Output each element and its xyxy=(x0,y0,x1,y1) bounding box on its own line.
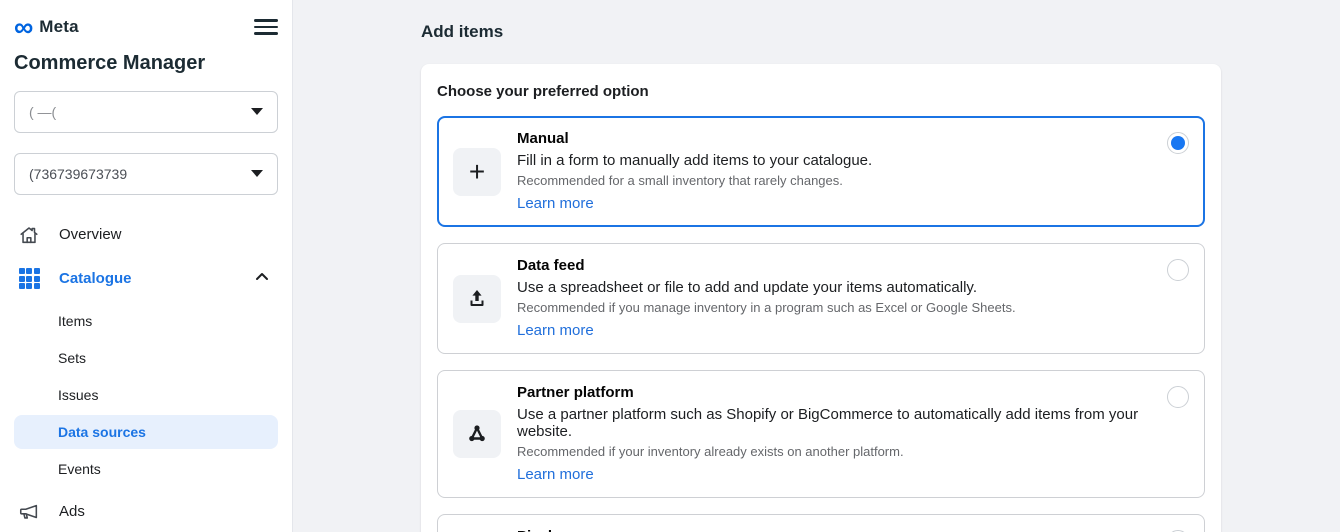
option-data-feed[interactable]: Data feed Use a spreadsheet or file to a… xyxy=(437,243,1205,354)
main-content: Add items Choose your preferred option +… xyxy=(293,0,1340,532)
learn-more-link[interactable]: Learn more xyxy=(517,322,594,339)
sidebar-item-label: Ads xyxy=(59,503,85,520)
sidebar-item-sets[interactable]: Sets xyxy=(14,341,278,375)
network-icon xyxy=(453,410,501,458)
catalogue-selector[interactable]: (736739673739 xyxy=(14,153,278,195)
grid-icon xyxy=(18,268,40,290)
option-description: Use a partner platform such as Shopify o… xyxy=(517,406,1143,440)
menu-hamburger-icon[interactable] xyxy=(254,12,278,42)
option-radio[interactable] xyxy=(1167,386,1189,408)
business-selector[interactable]: ( —( xyxy=(14,91,278,133)
catalogue-selector-value: (736739673739 xyxy=(29,166,127,182)
meta-logo-text: Meta xyxy=(39,17,79,37)
learn-more-link[interactable]: Learn more xyxy=(517,195,594,212)
option-title: Partner platform xyxy=(517,384,1143,401)
page-title: Add items xyxy=(421,22,1340,42)
megaphone-icon xyxy=(18,501,40,523)
option-description: Fill in a form to manually add items to … xyxy=(517,152,1143,169)
option-title: Pixel xyxy=(517,528,1143,532)
sidebar-item-catalogue[interactable]: Catalogue xyxy=(14,257,278,301)
sidebar-item-events[interactable]: Events xyxy=(14,452,278,486)
sidebar-item-issues[interactable]: Issues xyxy=(14,378,278,412)
option-title: Manual xyxy=(517,130,1143,147)
sidebar-item-data-sources[interactable]: Data sources xyxy=(14,415,278,449)
catalogue-sub-list: Items Sets Issues Data sources Events xyxy=(14,304,278,486)
chevron-down-icon xyxy=(251,108,263,115)
options-card: Choose your preferred option + Manual Fi… xyxy=(421,64,1221,532)
sidebar-item-label: Overview xyxy=(59,226,122,243)
meta-infinity-icon: ∞ xyxy=(14,17,33,37)
option-manual[interactable]: + Manual Fill in a form to manually add … xyxy=(437,116,1205,227)
option-pixel[interactable]: </> Pixel Use your Facebook pixel to aut… xyxy=(437,514,1205,532)
option-radio[interactable] xyxy=(1167,259,1189,281)
app-title: Commerce Manager xyxy=(14,52,278,75)
learn-more-link[interactable]: Learn more xyxy=(517,466,594,483)
sidebar-item-items[interactable]: Items xyxy=(14,304,278,338)
sidebar: ∞ Meta Commerce Manager ( —( (7367396737… xyxy=(0,0,293,532)
card-heading: Choose your preferred option xyxy=(437,83,1205,100)
option-recommendation: Recommended for a small inventory that r… xyxy=(517,173,1143,188)
sidebar-item-overview[interactable]: Overview xyxy=(14,213,278,257)
chevron-up-icon[interactable] xyxy=(254,269,270,289)
option-title: Data feed xyxy=(517,257,1143,274)
meta-logo: ∞ Meta xyxy=(14,17,79,37)
chevron-down-icon xyxy=(251,170,263,177)
option-recommendation: Recommended if your inventory already ex… xyxy=(517,444,1143,459)
plus-icon: + xyxy=(453,148,501,196)
option-radio[interactable] xyxy=(1167,132,1189,154)
sidebar-nav: Overview Catalogue Items Sets Issues Dat… xyxy=(14,213,278,532)
upload-icon xyxy=(453,275,501,323)
option-partner-platform[interactable]: Partner platform Use a partner platform … xyxy=(437,370,1205,498)
sidebar-item-label: Catalogue xyxy=(59,270,132,287)
option-recommendation: Recommended if you manage inventory in a… xyxy=(517,300,1143,315)
home-icon xyxy=(18,224,40,246)
sidebar-item-ads[interactable]: Ads xyxy=(14,490,278,532)
option-description: Use a spreadsheet or file to add and upd… xyxy=(517,279,1143,296)
business-selector-value: ( —( xyxy=(29,104,56,120)
